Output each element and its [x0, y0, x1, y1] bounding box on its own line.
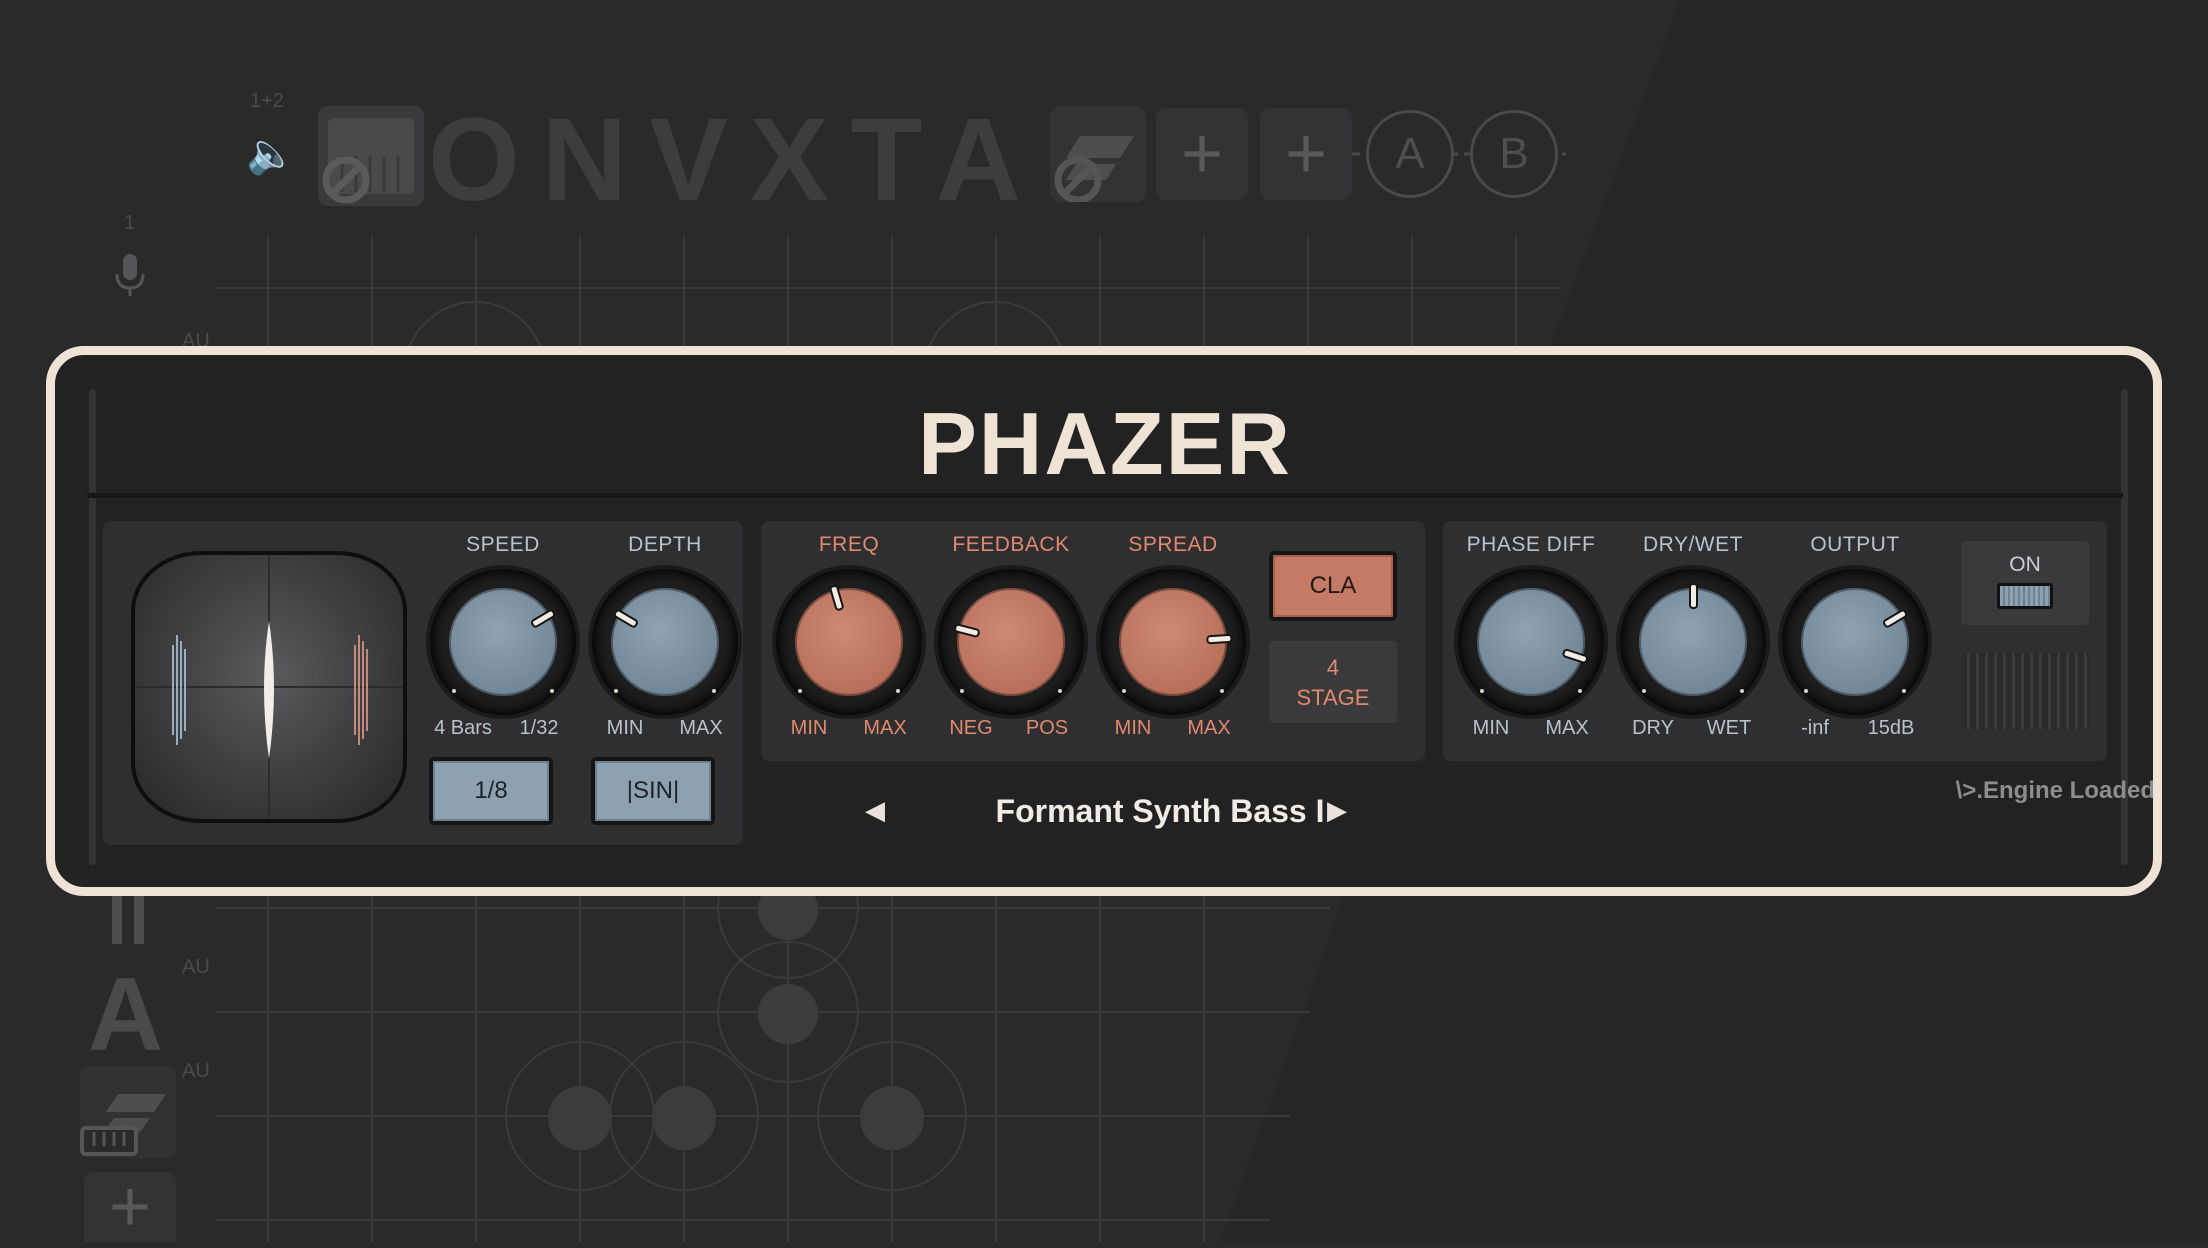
depth-min-label: MIN [606, 717, 644, 739]
title-bar: PHAZER [87, 355, 2123, 498]
plugin-window: PHAZER SPEED 4 Bars 1/32 DEPTH MIN MAX 1… [46, 346, 2162, 896]
engine-status: \>.Engine Loaded [1955, 777, 2155, 804]
host-channel-letter-icon: A [88, 957, 164, 1073]
phase-diff-max-label: MAX [1545, 717, 1589, 739]
knob-scale-dot [1220, 689, 1225, 694]
power-toggle-box: ON [1961, 541, 2089, 625]
knob-face [1801, 588, 1909, 696]
knob-face [449, 588, 557, 696]
add-slot-button[interactable]: + [1156, 108, 1248, 200]
freq-max-label: MAX [863, 717, 907, 739]
feedback-knob[interactable] [938, 569, 1084, 715]
channel-label: 1+2 [250, 90, 284, 112]
knob-scale-dot [550, 689, 555, 694]
feedback-label: FEEDBACK [952, 533, 1070, 556]
dry-wet-label: DRY/WET [1643, 533, 1743, 556]
dry-wet-knob[interactable] [1620, 569, 1766, 715]
plugin-title: PHAZER [918, 394, 1292, 493]
speaker-icon[interactable]: 🔈 [246, 130, 296, 177]
dry-wet-max-label: WET [1706, 717, 1752, 739]
oscilloscope-display [131, 551, 407, 823]
previous-preset-button[interactable]: ◀ [865, 795, 885, 826]
knob-scale-dot [797, 689, 802, 694]
depth-label: DEPTH [628, 533, 702, 556]
speed-max-label: 1/32 [519, 717, 559, 739]
feedback-min-label: NEG [949, 717, 993, 739]
knob-scale-dot [1902, 689, 1907, 694]
knob-scale-dot [712, 689, 717, 694]
add-slot-button[interactable]: + [1260, 108, 1352, 200]
knob-scale-dot [1121, 689, 1126, 694]
stage-selector[interactable]: 4 STAGE [1269, 641, 1397, 723]
knob-scale-dot [1641, 689, 1646, 694]
slot-a-button[interactable]: A [1366, 110, 1454, 198]
power-switch[interactable] [1997, 583, 2053, 609]
knob-face [795, 588, 903, 696]
preset-name[interactable]: Formant Synth Bass I [935, 793, 1385, 830]
output-label: OUTPUT [1810, 533, 1900, 556]
spread-knob[interactable] [1100, 569, 1246, 715]
speed-label: SPEED [466, 533, 540, 556]
keyboard-tile[interactable] [318, 106, 424, 206]
knob-scale-dot [896, 689, 901, 694]
channel-label: 1 [124, 212, 136, 234]
knob-scale-dot [1803, 689, 1808, 694]
next-preset-button[interactable]: ▶ [1327, 795, 1347, 826]
host-logo: ONVXTA [428, 94, 1043, 226]
plugin-slot-tile[interactable] [80, 1066, 176, 1158]
spread-min-label: MIN [1114, 717, 1152, 739]
add-slot-button[interactable]: + [84, 1167, 176, 1247]
phase-diff-knob[interactable] [1458, 569, 1604, 715]
feedback-max-label: POS [1025, 717, 1069, 739]
stage-label: STAGE [1296, 685, 1370, 710]
knob-face [1477, 588, 1585, 696]
output-knob[interactable] [1782, 569, 1928, 715]
freq-knob[interactable] [776, 569, 922, 715]
power-label: ON [2009, 553, 2041, 576]
plugin-stripes-icon [1054, 136, 1134, 204]
piano-icon [322, 118, 414, 204]
lfo-rate-button[interactable]: 1/8 [429, 757, 553, 825]
phase-diff-label: PHASE DIFF [1466, 533, 1596, 556]
output-level-meter [1961, 653, 2089, 729]
phase-scope-graph [135, 555, 403, 819]
microphone-icon[interactable] [112, 252, 148, 303]
depth-knob[interactable] [592, 569, 738, 715]
spread-label: SPREAD [1128, 533, 1218, 556]
lfo-shape-button[interactable]: |SIN| [591, 757, 715, 825]
freq-label: FREQ [818, 533, 880, 556]
slot-b-button[interactable]: B [1470, 110, 1558, 198]
spread-max-label: MAX [1187, 717, 1231, 739]
knob-scale-dot [1740, 689, 1745, 694]
speed-min-label: 4 Bars [434, 717, 492, 739]
plugin-keys-icon [80, 1094, 166, 1156]
depth-max-label: MAX [679, 717, 723, 739]
knob-scale-dot [1058, 689, 1063, 694]
output-max-label: 15dB [1867, 717, 1915, 739]
stage-count: 4 [1326, 655, 1340, 680]
phaser-mode-button[interactable]: CLA [1269, 551, 1397, 621]
knob-pointer [1208, 635, 1231, 643]
knob-pointer [1691, 585, 1696, 607]
plugin-slot-tile[interactable] [1050, 106, 1146, 204]
pause-icon [108, 894, 152, 944]
au-label: AU [182, 956, 210, 978]
knob-scale-dot [959, 689, 964, 694]
phase-diff-min-label: MIN [1472, 717, 1510, 739]
output-min-label: -inf [1801, 717, 1829, 739]
freq-min-label: MIN [790, 717, 828, 739]
au-label: AU [182, 1060, 210, 1082]
dry-wet-min-label: DRY [1632, 717, 1674, 739]
knob-scale-dot [1479, 689, 1484, 694]
knob-face [957, 588, 1065, 696]
knob-face [611, 588, 719, 696]
knob-scale-dot [1578, 689, 1583, 694]
knob-scale-dot [613, 689, 618, 694]
speed-knob[interactable] [430, 569, 576, 715]
knob-scale-dot [451, 689, 456, 694]
